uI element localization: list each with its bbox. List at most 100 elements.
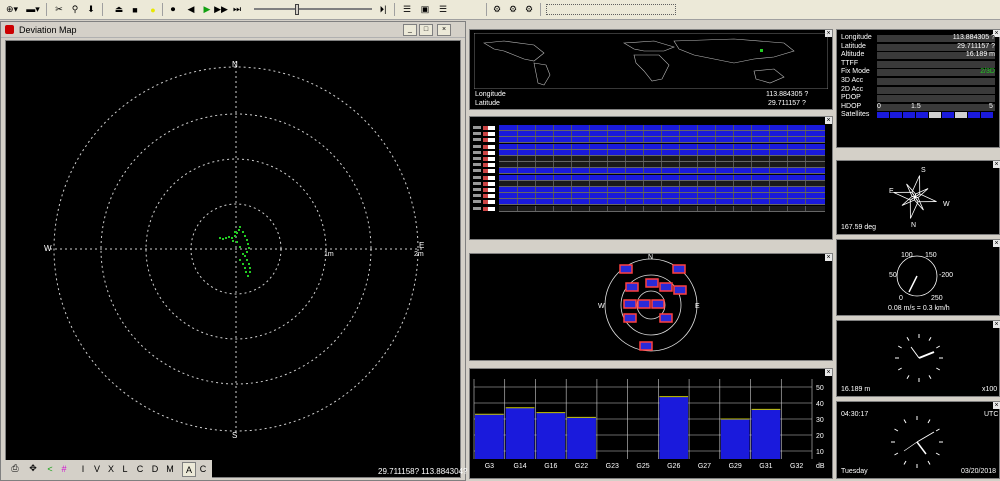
seek-slider-track[interactable] [254,8,372,10]
jump-end-button[interactable]: ⏵| [376,2,390,17]
row-divider [679,180,680,186]
list-icon[interactable]: ☰ [400,2,414,17]
info-value-field [877,78,995,85]
fast-forward-button[interactable]: ▶▶ [214,2,228,17]
satellite-list-panel: × [469,116,833,240]
record-button[interactable]: ● [146,2,160,17]
row-divider [679,199,680,205]
row-divider [553,162,554,168]
row-divider [661,131,662,137]
maximize-button[interactable]: □ [419,24,433,36]
row-divider [607,131,608,137]
mode-l-button[interactable]: L [120,462,130,475]
row-divider [589,131,590,137]
skip-button[interactable]: ⏭ [230,2,244,17]
row-divider [679,162,680,168]
settings-icon[interactable]: ⚙ [506,2,520,17]
satellite-row-bar [499,143,825,150]
port-dropdown-button[interactable]: ▬▾ [24,2,42,17]
sky-satellite-flag [637,299,651,309]
snr-unit-label: dB [816,463,825,470]
row-divider [517,162,518,168]
satellite-rows [473,125,825,239]
info-value-field [877,69,995,77]
menu-icon[interactable]: ☰ [436,2,450,17]
row-divider [769,137,770,143]
info-label-9: Satellites [841,111,870,119]
row-divider [751,125,752,130]
mode-c2-button[interactable]: C [198,462,208,475]
row-divider [625,205,626,211]
row-divider [805,143,806,149]
eject-button[interactable]: ⏏ [112,2,126,17]
row-divider [805,125,806,130]
row-divider [625,187,626,192]
row-divider [751,199,752,205]
sky-satellite-flag [619,264,633,274]
cut-icon[interactable]: ✂ [52,2,66,17]
sky-satellite-flag [623,299,637,309]
mode-a-button[interactable]: A [182,462,196,477]
print-icon[interactable]: ⎙ [8,462,22,475]
zoom-icon[interactable]: < [44,462,56,475]
dial-tick [936,345,941,349]
mode-c-button[interactable]: C [135,462,145,475]
row-divider [589,205,590,211]
sat-id-label [473,181,481,185]
row-divider [607,143,608,149]
app-icon [5,25,14,34]
row-divider [607,162,608,168]
satellite-indicator [942,112,954,119]
altitude-readout: 16.189 m [841,386,871,393]
satellite-row-bar [499,193,825,200]
row-divider [607,193,608,199]
flag-icon [483,206,495,211]
mode-i-button[interactable]: I [78,462,88,475]
move-icon[interactable]: ✥ [26,462,40,475]
row-divider [715,205,716,211]
play-button[interactable]: ▶ [200,2,214,17]
download-icon[interactable]: ⬇ [84,2,98,17]
sat-id-label [473,200,481,204]
row-divider [751,137,752,143]
row-divider [697,187,698,192]
record-dot-button[interactable]: ⏺ [166,2,180,17]
stop-button[interactable]: ■ [128,2,142,17]
mode-x-button[interactable]: X [106,462,116,475]
close-icon[interactable]: × [825,117,832,124]
rewind-button[interactable]: ◀ [184,2,198,17]
mode-v-button[interactable]: V [92,462,102,475]
connect-dropdown-button[interactable]: ⊕▾ [3,2,21,17]
sky-satellite-flag [639,341,653,351]
close-button[interactable]: × [437,24,451,36]
mode-d-button[interactable]: D [150,462,160,475]
settings-icon[interactable]: ⚙ [522,2,536,17]
tool-icon[interactable]: ⚲ [68,2,82,17]
grid-icon[interactable]: # [58,462,70,475]
row-divider [625,162,626,168]
row-divider [715,162,716,168]
row-divider [643,156,644,161]
sat-id-label [473,175,481,179]
seek-slider-thumb[interactable] [295,4,300,15]
row-divider [553,180,554,186]
row-divider [589,180,590,186]
mode-m-button[interactable]: M [164,462,176,475]
row-divider [589,143,590,149]
settings-icon[interactable]: ⚙ [490,2,504,17]
row-divider [553,174,554,180]
row-divider [679,131,680,137]
flag-icon [483,163,495,168]
sat-id-label [473,194,481,198]
deviation-map-titlebar: Deviation Map _ □ × [1,22,465,38]
row-divider [571,131,572,137]
minimize-button[interactable]: _ [403,24,417,36]
row-divider [715,131,716,137]
row-divider [715,156,716,161]
snr-bar [751,409,781,459]
row-divider [517,168,518,174]
row-divider [589,149,590,155]
row-divider [643,137,644,143]
window-icon[interactable]: ▣ [418,2,432,17]
row-divider [589,137,590,143]
